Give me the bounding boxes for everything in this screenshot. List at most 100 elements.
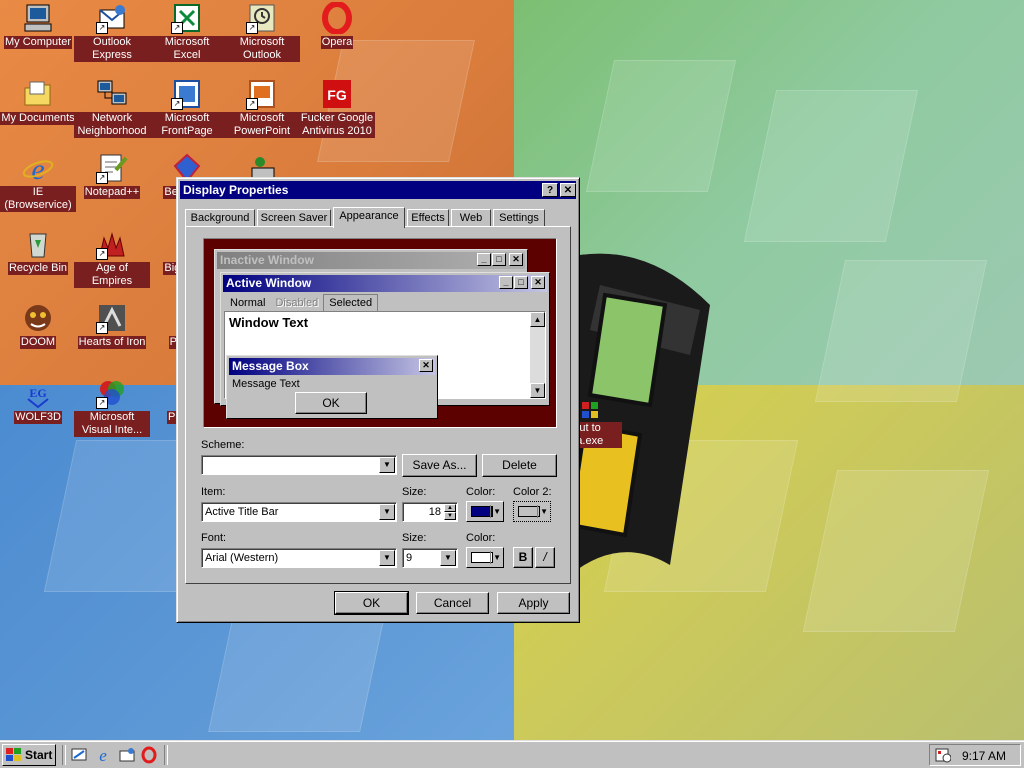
icon-label: Microsoft Excel bbox=[149, 36, 225, 62]
network-icon bbox=[96, 78, 128, 110]
chevron-down-icon[interactable]: ▼ bbox=[379, 504, 395, 520]
wolf3d-icon: EG bbox=[22, 377, 54, 409]
item-color-button[interactable]: ▼ bbox=[466, 501, 504, 522]
tab-appearance[interactable]: Appearance bbox=[333, 207, 405, 228]
menu-disabled: Disabled bbox=[275, 297, 319, 309]
system-tray: 9:17 AM bbox=[929, 744, 1021, 766]
desktop-icon-microsoft-outlook[interactable]: ↗ Microsoft Outlook bbox=[224, 2, 300, 62]
tab-web[interactable]: Web bbox=[451, 209, 491, 227]
ok-button[interactable]: OK bbox=[334, 591, 409, 615]
start-label: Start bbox=[25, 748, 53, 762]
tab-settings[interactable]: Settings bbox=[493, 209, 545, 227]
desktop-icon-wolf3d[interactable]: EG WOLF3D bbox=[0, 377, 76, 424]
chevron-down-icon[interactable]: ▼ bbox=[379, 550, 395, 566]
desktop-icon-doom[interactable]: DOOM bbox=[0, 302, 76, 349]
chevron-down-icon[interactable]: ▼ bbox=[440, 550, 456, 566]
outlook-express-icon: ↗ bbox=[96, 2, 128, 34]
icon-label: Recycle Bin bbox=[7, 262, 69, 275]
hearts-of-iron-icon: ↗ bbox=[96, 302, 128, 334]
appearance-panel: Inactive Window _ □ ✕ Active Window _ □ … bbox=[185, 226, 571, 584]
desktop-icon-recycle-bin[interactable]: Recycle Bin bbox=[0, 228, 76, 275]
desktop-icon-antivirus[interactable]: FG Fucker Google Antivirus 2010 bbox=[299, 78, 375, 138]
icon-label: Fucker Google Antivirus 2010 bbox=[299, 112, 375, 138]
show-desktop-icon[interactable] bbox=[70, 746, 88, 764]
font-value: Arial (Western) bbox=[205, 552, 279, 564]
font-size-dropdown[interactable]: 9 ▼ bbox=[402, 548, 458, 568]
notepad-icon: ↗ bbox=[96, 152, 128, 184]
font-size-label: Size: bbox=[402, 532, 427, 544]
desktop-icon-outlook-express[interactable]: ↗ Outlook Express bbox=[74, 2, 150, 62]
italic-button[interactable]: / bbox=[535, 547, 555, 568]
active-window-title: Active Window bbox=[226, 276, 312, 290]
desktop-icon-visual-interdev[interactable]: ↗ Microsoft Visual Inte... bbox=[74, 377, 150, 437]
icon-label: WOLF3D bbox=[14, 411, 62, 424]
visual-interdev-icon: ↗ bbox=[96, 377, 128, 409]
message-box-title-bar: Message Box ✕ bbox=[229, 358, 435, 375]
internet-explorer-icon[interactable]: e bbox=[94, 746, 112, 765]
desktop-icon-hearts-of-iron[interactable]: ↗ Hearts of Iron bbox=[74, 302, 150, 349]
quicklaunch-separator bbox=[62, 745, 66, 765]
inactive-title-bar: Inactive Window _ □ ✕ bbox=[217, 252, 525, 269]
help-button[interactable]: ? bbox=[542, 183, 558, 197]
clock[interactable]: 9:17 AM bbox=[962, 749, 1006, 763]
desktop-icon-my-computer[interactable]: My Computer bbox=[0, 2, 76, 49]
close-button[interactable]: ✕ bbox=[560, 183, 576, 197]
preview-message-box: Message Box ✕ Message Text OK bbox=[226, 355, 438, 419]
outlook-express-icon[interactable] bbox=[118, 746, 136, 764]
antivirus-icon: FG bbox=[321, 78, 353, 110]
dialog-titlebar[interactable]: Display Properties ? ✕ bbox=[180, 181, 576, 199]
folder-icon bbox=[22, 78, 54, 110]
apply-button[interactable]: Apply bbox=[497, 592, 570, 614]
spin-up-icon[interactable]: ▲ bbox=[444, 504, 456, 512]
window-text: Window Text bbox=[229, 315, 309, 330]
inactive-window-title: Inactive Window bbox=[220, 253, 314, 267]
icon-label: Microsoft Visual Inte... bbox=[74, 411, 150, 437]
tab-background[interactable]: Background bbox=[185, 209, 255, 227]
item-value: Active Title Bar bbox=[205, 506, 279, 518]
icon-label: Opera bbox=[320, 36, 354, 49]
desktop-icon-microsoft-excel[interactable]: ↗ Microsoft Excel bbox=[149, 2, 225, 62]
bold-button[interactable]: B bbox=[513, 547, 533, 568]
icon-label: Age of Empires bbox=[74, 262, 150, 288]
font-dropdown[interactable]: Arial (Western) ▼ bbox=[201, 548, 397, 568]
font-color-button[interactable]: ▼ bbox=[466, 547, 504, 568]
tab-screen-saver[interactable]: Screen Saver bbox=[257, 209, 331, 227]
desktop-icon-age-of-empires[interactable]: ↗ Age of Empires bbox=[74, 228, 150, 288]
display-properties-dialog: Display Properties ? ✕ Background Screen… bbox=[176, 177, 580, 623]
icon-label: DOOM bbox=[19, 336, 57, 349]
desktop-icon-network-neighborhood[interactable]: Network Neighborhood bbox=[74, 78, 150, 138]
icon-label: My Documents bbox=[0, 112, 76, 125]
color-label: Color: bbox=[466, 486, 496, 498]
desktop-icon-microsoft-powerpoint[interactable]: ↗ Microsoft PowerPoint bbox=[224, 78, 300, 138]
message-text: Message Text bbox=[232, 378, 300, 390]
save-as-button[interactable]: Save As... bbox=[402, 454, 477, 477]
computer-icon bbox=[22, 2, 54, 34]
powerpoint-icon: ↗ bbox=[246, 78, 278, 110]
font-size-value: 9 bbox=[406, 552, 413, 564]
delete-button[interactable]: Delete bbox=[482, 454, 557, 477]
cancel-button[interactable]: Cancel bbox=[416, 592, 489, 614]
tab-effects[interactable]: Effects bbox=[407, 209, 449, 227]
desktop-icon-my-documents[interactable]: My Documents bbox=[0, 78, 76, 125]
desktop-icon-ie[interactable]: e IE (Browservice) bbox=[0, 152, 76, 212]
start-button[interactable]: Start bbox=[2, 744, 56, 766]
desktop-icon-microsoft-frontpage[interactable]: ↗ Microsoft FrontPage bbox=[149, 78, 225, 138]
scheduler-icon[interactable] bbox=[935, 747, 952, 763]
spin-down-icon[interactable]: ▼ bbox=[444, 512, 456, 520]
chevron-down-icon: ▼ bbox=[490, 505, 501, 518]
scheme-dropdown[interactable]: ▼ bbox=[201, 455, 397, 475]
desktop-icon-notepad-plus[interactable]: ↗ Notepad++ bbox=[74, 152, 150, 199]
icon-label: Microsoft FrontPage bbox=[149, 112, 225, 138]
appearance-preview[interactable]: Inactive Window _ □ ✕ Active Window _ □ … bbox=[203, 238, 557, 428]
desktop-icon-opera[interactable]: Opera bbox=[299, 1, 375, 49]
item-dropdown[interactable]: Active Title Bar ▼ bbox=[201, 502, 397, 522]
item-color2-button[interactable]: ▼ bbox=[513, 501, 551, 522]
frontpage-icon: ↗ bbox=[171, 78, 203, 110]
opera-icon[interactable] bbox=[140, 746, 158, 764]
item-size-field[interactable]: 18 ▲ ▼ bbox=[402, 502, 458, 522]
icon-label: Notepad++ bbox=[83, 186, 141, 199]
maximize-icon: □ bbox=[492, 253, 506, 266]
chevron-down-icon[interactable]: ▼ bbox=[379, 457, 395, 473]
icon-label: Outlook Express bbox=[74, 36, 150, 62]
close-icon: ✕ bbox=[531, 276, 545, 289]
